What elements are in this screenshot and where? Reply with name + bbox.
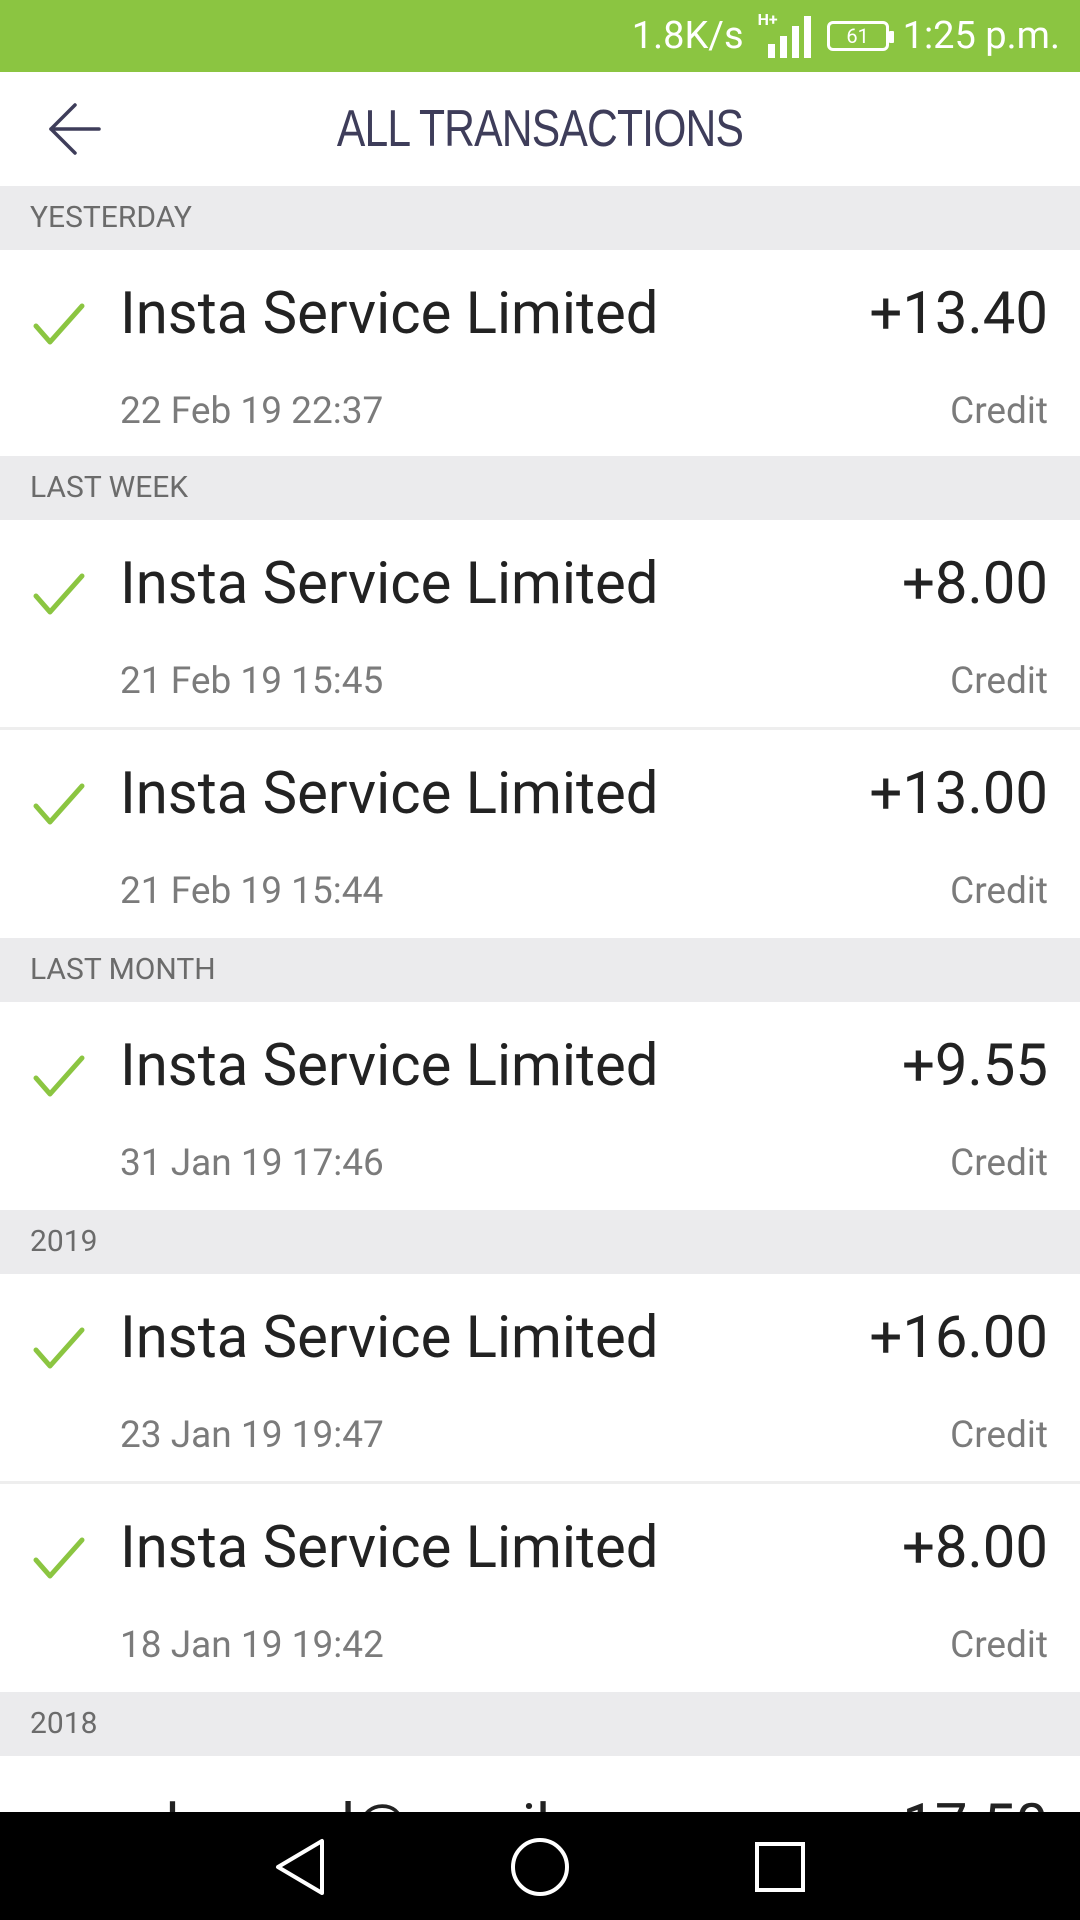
transaction-datetime: 21 Feb 19 15:45 [120,660,384,703]
arrow-left-icon [49,103,101,155]
transaction-datetime: 22 Feb 19 22:37 [120,390,384,433]
square-recents-icon [755,1842,805,1892]
merchant-name: Insta Service Limited [120,760,659,828]
clock: 1:25 p.m. [902,14,1060,58]
transaction-datetime: 31 Jan 19 17:46 [120,1142,384,1185]
transaction-row[interactable]: Insta Service Limited +8.00 21 Feb 19 15… [0,520,1080,726]
check-icon [33,1055,85,1097]
network-speed: 1.8K/s [631,14,744,58]
merchant-name: Insta Service Limited [120,1304,659,1372]
check-icon [33,1327,85,1369]
merchant-name: Insta Service Limited [120,550,659,618]
transaction-type: Credit [950,1624,1048,1667]
transaction-datetime: 23 Jan 19 19:47 [120,1414,384,1457]
merchant-name: Insta Service Limited [120,280,659,348]
transaction-amount: +9.55 [902,1032,1048,1100]
battery-level: 61 [846,24,869,48]
merchant-name: Insta Service Limited [120,1032,659,1100]
transaction-row[interactable]: Insta Service Limited +13.40 22 Feb 19 2… [0,250,1080,456]
merchant-name: Insta Service Limited [120,1514,659,1582]
transaction-datetime: 21 Feb 19 15:44 [120,870,384,913]
transaction-row[interactable]: ...hansed@gmail... -17.50 [0,1756,1080,1812]
screen: 1.8K/s H+ 61 1:25 p.m. ALL TRANSACTIONS … [0,0,1080,1920]
battery-icon: 61 [826,21,894,51]
triangle-back-icon [276,1839,324,1895]
transaction-row[interactable]: Insta Service Limited +16.00 23 Jan 19 1… [0,1274,1080,1480]
transaction-type: Credit [950,660,1048,703]
section-header-2019: 2019 [0,1210,1080,1274]
check-icon [33,1537,85,1579]
transaction-amount: +13.40 [869,280,1048,348]
app-header: ALL TRANSACTIONS [0,72,1080,186]
page-title: ALL TRANSACTIONS [336,100,744,158]
navigation-bar [0,1812,1080,1920]
circle-home-icon [511,1838,569,1896]
check-icon [33,783,85,825]
section-header-2018: 2018 [0,1692,1080,1756]
transaction-row[interactable]: Insta Service Limited +13.00 21 Feb 19 1… [0,730,1080,936]
transaction-row[interactable]: Insta Service Limited +8.00 18 Jan 19 19… [0,1484,1080,1690]
nav-recents-button[interactable] [730,1832,830,1902]
check-icon [33,573,85,615]
transaction-amount: +16.00 [869,1304,1048,1372]
status-bar: 1.8K/s H+ 61 1:25 p.m. [0,0,1080,72]
transaction-datetime: 18 Jan 19 19:42 [120,1624,384,1667]
merchant-name: ...hansed@gmail... [120,1792,596,1812]
transaction-amount: +13.00 [869,760,1048,828]
section-header-last-week: LAST WEEK [0,456,1080,520]
signal-icon: H+ [758,10,811,58]
transaction-amount: +8.00 [902,1514,1048,1582]
transaction-row[interactable]: Insta Service Limited +9.55 31 Jan 19 17… [0,1002,1080,1208]
transaction-amount: +8.00 [902,550,1048,618]
transaction-amount: -17.50 [886,1792,1048,1812]
transaction-type: Credit [950,1414,1048,1457]
transaction-type: Credit [950,870,1048,913]
nav-back-button[interactable] [250,1832,350,1902]
network-type: H+ [757,10,778,29]
transaction-type: Credit [950,390,1048,433]
nav-home-button[interactable] [490,1832,590,1902]
section-header-yesterday: YESTERDAY [0,186,1080,250]
check-icon [33,303,85,345]
transaction-type: Credit [950,1142,1048,1185]
section-header-last-month: LAST MONTH [0,938,1080,1002]
